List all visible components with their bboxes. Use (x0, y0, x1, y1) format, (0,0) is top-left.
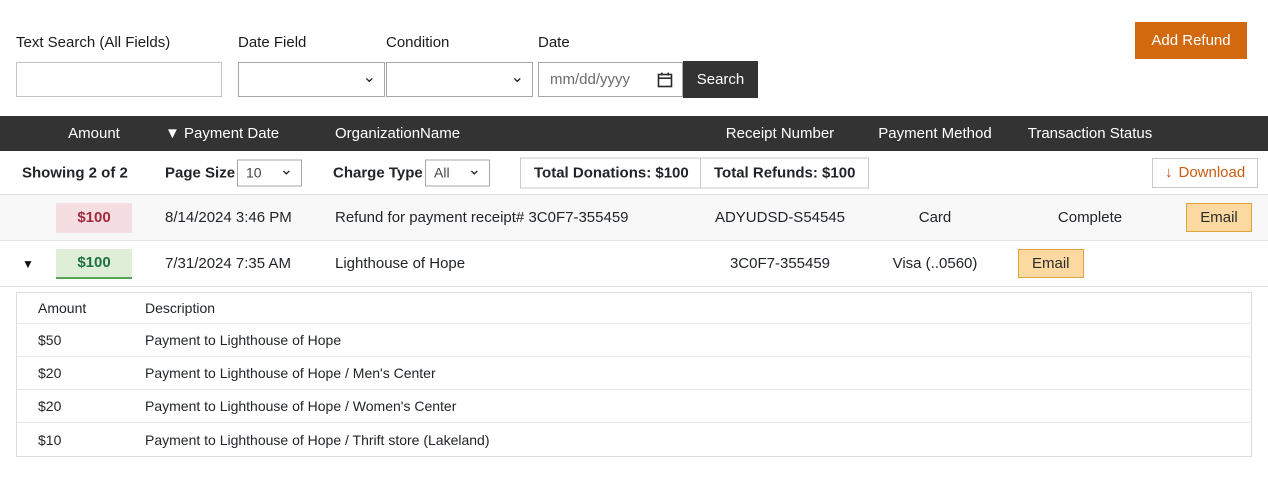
payment-method-cell: Visa (..0560) (892, 255, 978, 272)
amount-cell: $100 (48, 248, 140, 279)
details-description-header: Description (145, 300, 216, 316)
payment-method-cell: Card (918, 209, 952, 226)
detail-amount: $10 (38, 431, 62, 448)
download-label: Download (1178, 164, 1246, 181)
date-field-select-wrap: ⌄ (238, 62, 385, 97)
add-refund-button[interactable]: Add Refund (1135, 22, 1247, 59)
filter-bar: Text Search (All Fields) Date Field Cond… (0, 0, 1268, 116)
table-row-donation: ▼ $100 7/31/2024 7:35 AM Lighthouse of H… (0, 241, 1268, 287)
actions-cell: Email (1170, 203, 1268, 232)
detail-amount: $20 (38, 365, 62, 381)
donation-amount-badge: $100 (56, 248, 132, 279)
transaction-status-cell: Complete (1057, 209, 1123, 226)
search-button[interactable]: Search (683, 61, 758, 98)
page-size-select[interactable]: 10 (237, 159, 302, 186)
date-placeholder: mm/dd/yyyy (550, 71, 631, 88)
organization-cell: Lighthouse of Hope (335, 255, 466, 272)
column-header-payment-date[interactable]: ▼ Payment Date (140, 125, 330, 142)
sort-desc-icon: ▼ (165, 125, 180, 142)
payment-date-cell: 7/31/2024 7:35 AM (165, 255, 291, 272)
table-row-refund: $100 8/14/2024 3:46 PM Refund for paymen… (0, 195, 1268, 241)
date-input[interactable]: mm/dd/yyyy (538, 62, 683, 97)
expand-row-toggle[interactable]: ▼ (0, 257, 48, 271)
column-header-amount[interactable]: Amount (48, 125, 140, 142)
table-header-row: Amount ▼ Payment Date OrganizationName R… (0, 116, 1268, 151)
details-header-row: Amount Description (17, 293, 1251, 324)
condition-label: Condition (386, 34, 450, 51)
download-arrow-icon: ↓ (1165, 164, 1173, 181)
date-label: Date (538, 34, 570, 51)
table-toolbar: Showing 2 of 2 Page Size 10 ⌄ Charge Typ… (0, 151, 1268, 195)
organization-cell: Refund for payment receipt# 3C0F7-355459 (335, 209, 629, 226)
detail-description: Payment to Lighthouse of Hope (145, 332, 342, 348)
date-field-select[interactable] (238, 62, 385, 97)
text-search-input[interactable] (16, 62, 222, 97)
expand-caret-icon: ▼ (22, 256, 34, 271)
charge-type-select-wrap: All ⌄ (425, 159, 490, 186)
amount-cell: $100 (48, 202, 140, 233)
transaction-status-cell: Email (1010, 249, 1170, 278)
detail-description: Payment to Lighthouse of Hope / Men's Ce… (145, 365, 436, 381)
page-size-label: Page Size (165, 164, 236, 181)
receipt-number-cell: ADYUDSD-S54545 (714, 209, 846, 226)
detail-description: Payment to Lighthouse of Hope / Women's … (145, 398, 457, 414)
payment-date-cell: 8/14/2024 3:46 PM (165, 209, 292, 226)
total-donations-badge: Total Donations: $100 (520, 157, 703, 188)
email-button[interactable]: Email (1186, 203, 1252, 232)
download-button[interactable]: ↓ Download (1152, 157, 1259, 188)
column-header-status[interactable]: Transaction Status (1010, 125, 1170, 142)
detail-row: $20 Payment to Lighthouse of Hope / Men'… (17, 357, 1251, 390)
calendar-icon[interactable] (657, 72, 673, 88)
payment-details-table: Amount Description $50 Payment to Lighth… (16, 292, 1252, 457)
detail-row: $50 Payment to Lighthouse of Hope (17, 324, 1251, 357)
total-refunds-badge: Total Refunds: $100 (700, 157, 870, 188)
column-header-organization[interactable]: OrganizationName (330, 125, 700, 142)
payment-date-label: Payment Date (184, 125, 280, 142)
date-field-label: Date Field (238, 34, 307, 51)
charge-type-label: Charge Type (333, 164, 423, 181)
receipt-number-cell: 3C0F7-355459 (729, 255, 831, 272)
detail-row: $10 Payment to Lighthouse of Hope / Thri… (17, 423, 1251, 456)
condition-select[interactable] (386, 62, 533, 97)
email-button[interactable]: Email (1018, 249, 1084, 278)
details-amount-header: Amount (38, 300, 87, 316)
detail-amount: $50 (38, 332, 62, 348)
detail-description: Payment to Lighthouse of Hope / Thrift s… (145, 431, 490, 448)
showing-count: Showing 2 of 2 (22, 164, 128, 181)
text-search-label: Text Search (All Fields) (16, 34, 171, 51)
detail-row: $20 Payment to Lighthouse of Hope / Wome… (17, 390, 1251, 423)
column-header-receipt[interactable]: Receipt Number (700, 125, 860, 142)
charge-type-select[interactable]: All (425, 159, 490, 186)
detail-amount: $20 (38, 398, 62, 414)
column-header-method[interactable]: Payment Method (860, 125, 1010, 142)
condition-select-wrap: ⌄ (386, 62, 533, 97)
refund-amount-badge: $100 (56, 202, 132, 233)
page-size-select-wrap: 10 ⌄ (237, 159, 302, 186)
